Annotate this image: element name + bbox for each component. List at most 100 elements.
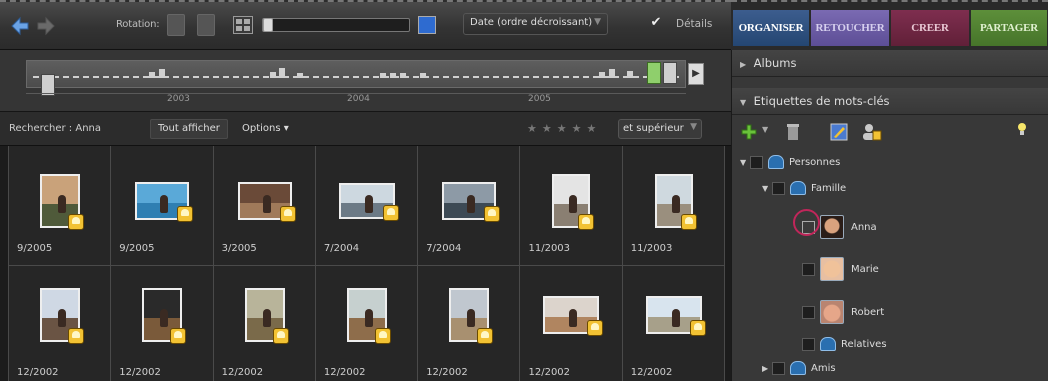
rotate-left-icon[interactable] — [167, 14, 185, 36]
small-thumbnails-icon[interactable] — [233, 16, 253, 34]
rating-stars[interactable]: ★★★★★ — [527, 122, 601, 135]
timeline-bar — [390, 73, 396, 78]
keyword-tag-icon — [68, 214, 84, 230]
timeline-range-handle[interactable] — [663, 62, 677, 84]
timeline-scroll-right-button[interactable]: ▶ — [688, 63, 704, 85]
triangle-down-icon: ▼ — [740, 98, 747, 107]
timeline-track[interactable] — [26, 60, 686, 96]
timeline-year-2003: 2003 — [167, 94, 190, 104]
tag-category-icon — [790, 361, 806, 375]
photo-date: 12/2002 — [17, 367, 59, 378]
tree-item-famille[interactable]: ▼ Famille — [762, 178, 846, 198]
keyword-tag-icon — [587, 320, 604, 336]
photo-thumbnail-cell[interactable]: 12/2002 — [111, 266, 214, 381]
timeline-end-marker[interactable] — [647, 62, 661, 84]
photo-date: 7/2004 — [426, 243, 462, 254]
photo-thumbnail-cell[interactable]: 12/2002 — [418, 266, 521, 381]
timeline-bar — [609, 69, 615, 78]
albums-header[interactable]: ▶ Albums — [732, 50, 1048, 77]
photo-thumbnail-cell[interactable]: 12/2002 — [9, 266, 112, 381]
photo-date: 12/2002 — [426, 367, 468, 378]
show-all-button[interactable]: Tout afficher — [150, 119, 228, 139]
keyword-tag-icon — [578, 214, 595, 230]
tree-item-robert[interactable]: Robert — [802, 298, 884, 326]
chevron-down-icon: ▼ — [594, 17, 601, 27]
add-menu-caret-icon[interactable]: ▼ — [762, 125, 768, 143]
tree-item-relatives[interactable]: Relatives — [802, 334, 887, 354]
keyword-checkbox[interactable] — [802, 305, 815, 319]
photo-date: 12/2002 — [323, 367, 366, 378]
forward-arrow-icon[interactable] — [36, 16, 56, 36]
keyword-checkbox[interactable] — [750, 155, 763, 169]
keyword-checkbox[interactable] — [802, 262, 815, 276]
photo-thumbnail-cell[interactable]: 12/2002 — [213, 266, 316, 381]
tab-partager[interactable]: PARTAGER — [971, 10, 1047, 46]
keyword-tag-icon — [279, 206, 296, 222]
tree-item-personnes[interactable]: ▼ Personnes — [740, 152, 840, 172]
details-checkbox[interactable]: ✔ — [648, 15, 664, 31]
keywords-label: Etiquettes de mots-clés — [753, 94, 890, 108]
tree-item-label: Marie — [851, 263, 879, 275]
avatar — [820, 300, 844, 324]
photo-thumbnail-cell[interactable]: 9/2005 — [111, 146, 214, 266]
search-bar: Rechercher : Anna Tout afficher Options … — [0, 112, 731, 146]
search-label: Rechercher : Anna — [9, 123, 102, 134]
details-label: Détails — [676, 18, 713, 30]
photo-thumbnail-cell[interactable]: 11/2003 — [622, 146, 726, 266]
photo-thumbnail-cell[interactable]: 7/2004 — [315, 146, 419, 266]
photo-thumbnail-cell[interactable]: 12/2002 — [622, 266, 726, 381]
sort-order-select[interactable]: Date (ordre décroissant) ▼ — [463, 13, 608, 35]
keyword-checkbox[interactable] — [772, 181, 785, 195]
keyword-tag-icon — [680, 214, 697, 230]
tree-item-amis[interactable]: ▶ Amis — [762, 358, 836, 378]
thumbnail-size-slider[interactable] — [262, 18, 410, 32]
keyword-tag-icon — [484, 206, 501, 222]
triangle-right-icon: ▶ — [740, 60, 747, 69]
keyword-tag-icon — [177, 206, 194, 222]
add-keyword-icon[interactable] — [740, 123, 758, 141]
rotation-label: Rotation: — [116, 19, 160, 30]
lightbulb-icon[interactable] — [1017, 122, 1027, 136]
tab-creer[interactable]: CREER — [891, 10, 969, 46]
keyword-checkbox[interactable] — [802, 337, 815, 351]
tab-organiser[interactable]: ORGANISER — [733, 10, 809, 46]
single-photo-view-icon[interactable] — [418, 16, 436, 34]
timeline-bar — [159, 69, 165, 78]
keyword-tag-icon — [374, 328, 391, 344]
main-toolbar: Rotation: Date (ordre décroissant) ▼ ✔ D… — [0, 0, 731, 50]
timeline-bar — [599, 72, 605, 78]
photo-thumbnail-cell[interactable]: 7/2004 — [418, 146, 521, 266]
photo-thumbnail-cell[interactable]: 12/2002 — [315, 266, 419, 381]
timeline-bar — [279, 68, 285, 78]
keyword-tag-icon — [170, 328, 187, 344]
keyword-tag-icon — [689, 320, 706, 336]
photo-thumbnail-cell[interactable]: 12/2002 — [520, 266, 623, 381]
photo-date: 9/2005 — [17, 243, 53, 254]
trash-icon[interactable] — [786, 123, 800, 141]
photo-date: 7/2004 — [323, 243, 360, 254]
tree-item-label: Amis — [811, 362, 836, 374]
tab-retoucher[interactable]: RETOUCHER — [811, 10, 889, 46]
photo-thumbnail-cell[interactable]: 3/2005 — [213, 146, 316, 266]
tag-category-icon — [820, 337, 836, 351]
options-menu[interactable]: Options ▾ — [242, 123, 289, 134]
triangle-down-icon: ▼ — [762, 183, 769, 193]
tree-item-marie[interactable]: Marie — [802, 255, 879, 283]
sort-order-value: Date (ordre décroissant) — [470, 17, 593, 28]
timeline-baseline — [33, 76, 679, 78]
person-tag-icon[interactable] — [862, 123, 882, 141]
rotate-right-icon[interactable] — [197, 14, 215, 36]
keywords-header[interactable]: ▼ Etiquettes de mots-clés — [732, 88, 1048, 115]
edit-keyword-icon[interactable] — [830, 123, 848, 141]
rating-filter-select[interactable]: et supérieur ▼ — [618, 119, 702, 139]
back-arrow-icon[interactable] — [10, 16, 30, 36]
photo-thumbnail-cell[interactable]: 11/2003 — [520, 146, 623, 266]
avatar — [820, 257, 844, 281]
photo-thumbnail-cell[interactable]: 9/2005 — [9, 146, 112, 266]
people-category-icon — [768, 155, 784, 169]
chevron-down-icon: ▼ — [690, 122, 697, 132]
keyword-checkbox[interactable] — [772, 361, 785, 375]
timeline-bar — [270, 72, 276, 78]
slider-thumb[interactable] — [263, 18, 273, 32]
avatar — [820, 215, 844, 239]
